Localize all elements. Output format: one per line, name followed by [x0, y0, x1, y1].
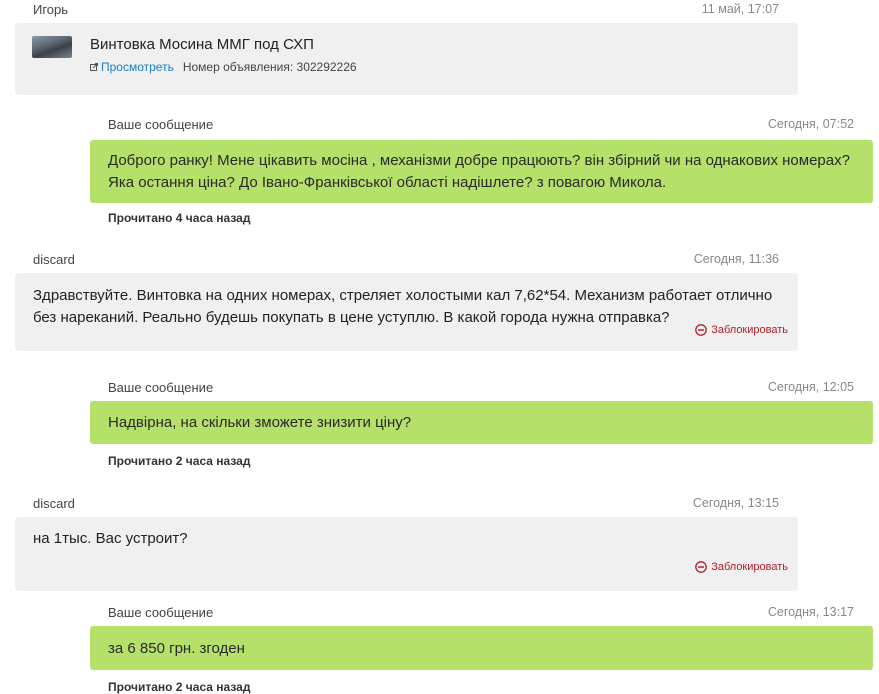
read-status: Прочитано 2 часа назад [108, 680, 251, 694]
message-bubble: за 6 850 грн. згоден [90, 626, 873, 670]
message-time: Сегодня, 13:15 [692, 496, 779, 510]
message-bubble: на 1тыс. Вас устроит? Заблокировать [15, 517, 798, 591]
ad-message: Игорь 11 май, 17:07 Винтовка Мосина ММГ … [15, 0, 798, 95]
message-outgoing: Ваше сообщение Сегодня, 07:52 Доброго ра… [90, 116, 873, 225]
ad-title[interactable]: Винтовка Мосина ММГ под СХП [90, 35, 357, 55]
block-icon [695, 561, 708, 573]
ad-meta: Просмотреть Номер объявления: 302292226 [90, 56, 357, 78]
ad-thumbnail[interactable] [32, 36, 72, 58]
block-label: Заблокировать [711, 561, 788, 573]
message-time: 11 май, 17:07 [701, 2, 779, 16]
external-link-icon [90, 63, 98, 71]
message-time: Сегодня, 11:36 [693, 252, 779, 266]
message-time: Сегодня, 07:52 [767, 117, 854, 131]
message-outgoing: Ваше сообщение Сегодня, 13:17 за 6 850 г… [90, 604, 873, 694]
message-text: Здравствуйте. Винтовка на одних номерах,… [33, 287, 773, 326]
message-author: Ваше сообщение [108, 380, 214, 395]
message-meta: Ваше сообщение Сегодня, 12:05 [90, 379, 873, 399]
message-meta: Игорь 11 май, 17:07 [15, 0, 798, 20]
message-time: Сегодня, 12:05 [767, 380, 854, 394]
message-author: Ваше сообщение [108, 117, 214, 132]
ad-card: Винтовка Мосина ММГ под СХП Просмотреть … [15, 23, 798, 95]
message-meta: discard Сегодня, 11:36 [15, 251, 798, 271]
message-outgoing: Ваше сообщение Сегодня, 12:05 Надвірна, … [90, 379, 873, 468]
block-icon [695, 324, 708, 336]
block-label: Заблокировать [711, 324, 788, 336]
message-bubble: Доброго ранку! Мене цікавить мосіна , ме… [90, 140, 873, 203]
message-incoming: discard Сегодня, 11:36 Здравствуйте. Вин… [15, 251, 798, 351]
message-author: Игорь [33, 2, 69, 17]
view-ad-link[interactable]: Просмотреть [101, 56, 174, 78]
message-bubble: Здравствуйте. Винтовка на одних номерах,… [15, 273, 798, 351]
message-time: Сегодня, 13:17 [767, 605, 854, 619]
message-author: Ваше сообщение [108, 605, 214, 620]
message-meta: Ваше сообщение Сегодня, 13:17 [90, 604, 873, 624]
message-incoming: discard Сегодня, 13:15 на 1тыс. Вас устр… [15, 495, 798, 591]
block-user-button[interactable]: Заблокировать [33, 556, 788, 578]
message-author: discard [33, 252, 75, 267]
message-author: discard [33, 496, 75, 511]
message-meta: Ваше сообщение Сегодня, 07:52 [90, 116, 873, 136]
message-meta: discard Сегодня, 13:15 [15, 495, 798, 515]
message-text: на 1тыс. Вас устроит? [33, 530, 188, 547]
read-status: Прочитано 2 часа назад [108, 454, 251, 468]
message-bubble: Надвірна, на скільки зможете знизити цін… [90, 401, 873, 444]
read-status: Прочитано 4 часа назад [108, 211, 251, 225]
ad-number: Номер объявления: 302292226 [182, 60, 357, 74]
